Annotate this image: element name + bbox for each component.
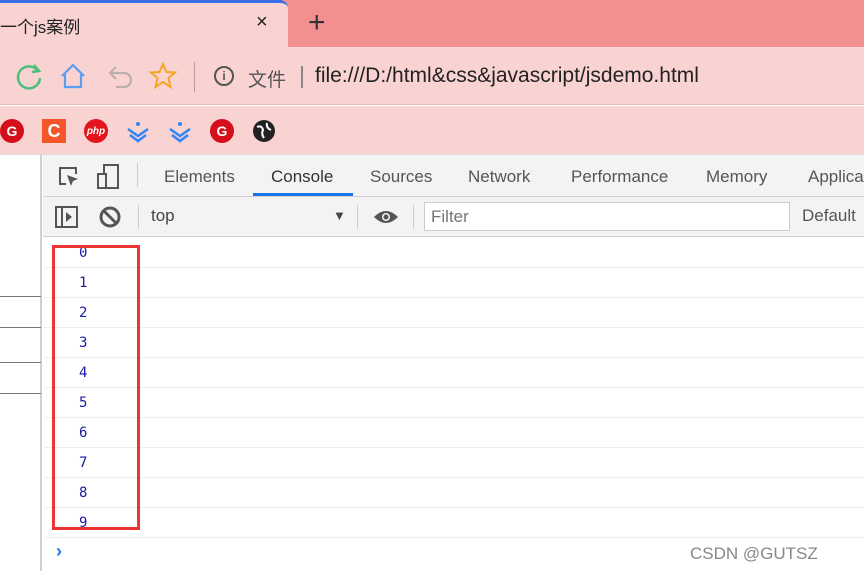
bookmarks-bar: G C php G [0, 106, 864, 155]
device-toolbar-icon[interactable] [96, 164, 120, 190]
page-line [0, 393, 41, 394]
console-message: 3 [44, 328, 864, 358]
console-message: 8 [44, 478, 864, 508]
context-selector[interactable]: top [151, 206, 175, 226]
console-message: 6 [44, 418, 864, 448]
log-levels-dropdown[interactable]: Default [802, 206, 856, 226]
tab-close-button[interactable]: × [256, 11, 268, 34]
sidebar-toggle-icon[interactable] [55, 206, 78, 228]
console-message: 9 [44, 508, 864, 538]
tab-sources[interactable]: Sources [370, 167, 432, 187]
console-toolbar: top ▼ Default [43, 197, 864, 237]
file-label: 文件 [248, 70, 287, 91]
address-bar[interactable]: file:///D:/html&css&javascript/jsdemo.ht… [315, 64, 699, 88]
toolbar-divider [194, 62, 195, 92]
tab-application[interactable]: Applica [808, 167, 864, 187]
bookmark-g-dot-icon[interactable]: G [210, 119, 234, 143]
bookmark-star-icon[interactable] [148, 61, 178, 91]
page-line [0, 327, 41, 328]
url-divider [301, 66, 303, 88]
console-message: 1 [44, 268, 864, 298]
divider [357, 205, 358, 229]
bookmark-c-icon[interactable]: C [42, 119, 66, 143]
page-line [0, 296, 41, 297]
divider [413, 205, 414, 229]
new-tab-button[interactable]: + [308, 6, 326, 40]
console-message: 5 [44, 388, 864, 418]
divider [138, 205, 139, 229]
tab-console[interactable]: Console [271, 167, 333, 187]
page-line [0, 362, 41, 363]
console-message: 0 [44, 238, 864, 268]
tab-memory[interactable]: Memory [706, 167, 767, 187]
console-prompt-icon[interactable]: › [56, 541, 62, 562]
bookmark-globe-icon[interactable] [252, 119, 276, 143]
highlight-box [52, 245, 140, 530]
bookmark-chevrons-icon[interactable] [168, 119, 192, 143]
tab-network[interactable]: Network [468, 167, 530, 187]
bookmark-g-icon[interactable]: G [0, 119, 24, 143]
console-message: 7 [44, 448, 864, 478]
back-icon[interactable] [106, 61, 136, 91]
console-message: 2 [44, 298, 864, 328]
reload-icon[interactable] [14, 61, 44, 91]
home-icon[interactable] [58, 61, 88, 91]
eye-icon[interactable] [373, 209, 399, 225]
dropdown-arrow-icon[interactable]: ▼ [333, 208, 346, 223]
filter-input[interactable] [424, 202, 790, 231]
tab-performance[interactable]: Performance [571, 167, 668, 187]
watermark: CSDN @GUTSZ [690, 544, 818, 563]
clear-console-icon[interactable] [99, 206, 121, 228]
bookmark-php-icon[interactable]: php [84, 119, 108, 143]
info-icon[interactable]: i [214, 66, 234, 86]
tab-elements[interactable]: Elements [164, 167, 235, 187]
bookmark-chevrons-icon[interactable] [126, 119, 150, 143]
page-content [0, 155, 42, 571]
devtools-tabbar: Elements Console Sources Network Perform… [43, 155, 864, 197]
console-message: 4 [44, 358, 864, 388]
tab-title: 一个js案例 [0, 18, 81, 37]
active-tab-indicator [253, 193, 353, 196]
divider [137, 163, 138, 187]
inspect-element-icon[interactable] [57, 165, 81, 189]
